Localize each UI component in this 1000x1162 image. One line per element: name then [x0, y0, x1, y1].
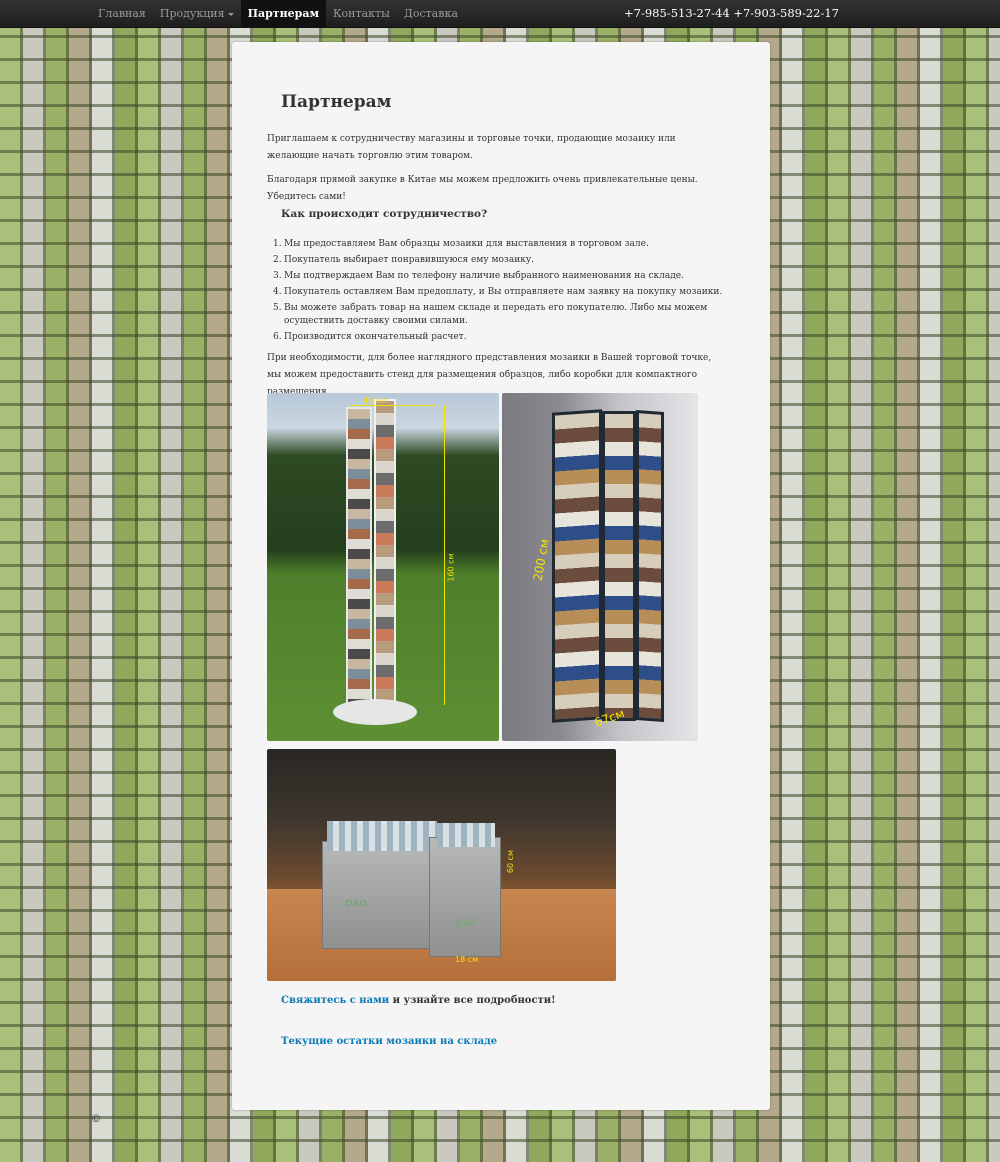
- dimension-line: [444, 405, 445, 705]
- list-item: 1. Мы предоставляем Вам образцы мозаики д…: [273, 239, 649, 249]
- rack-panel: [636, 410, 664, 722]
- contact-us-link[interactable]: Свяжитесь с нами: [281, 995, 389, 1006]
- sample-box-contents: [437, 823, 495, 847]
- steps-list: 1. Мы предоставляем Вам образцы мозаики д…: [273, 238, 724, 347]
- main-nav: Главная Продукция Партнерам Контакты Дос…: [91, 0, 465, 28]
- copyright: ©: [91, 1114, 101, 1125]
- dimension-line: [349, 405, 435, 406]
- nav-products[interactable]: Продукция: [153, 0, 241, 28]
- stand-photo: 40 см 160 см: [267, 393, 499, 741]
- cta-text: и узнайте все подробности!: [389, 995, 556, 1006]
- stand-panel-right: [374, 399, 396, 707]
- nav-contacts[interactable]: Контакты: [326, 0, 397, 28]
- box-height-label: 60 см: [506, 849, 516, 874]
- box-width-label: 18 см: [455, 955, 479, 964]
- rack-panel: [552, 409, 602, 723]
- page-title: Партнерам: [281, 92, 392, 112]
- content-panel: Партнерам Приглашаем к сотрудничеству ма…: [232, 42, 770, 1110]
- box-logo: DAO: [345, 899, 368, 909]
- phone-numbers: +7-985-513-27-44 +7-903-589-22-17: [624, 6, 839, 20]
- intro-paragraph: Приглашаем к сотрудничеству магазины и т…: [267, 134, 676, 161]
- nav-products-label: Продукция: [159, 7, 225, 20]
- list-item: 2. Покупатель выбирает понравившуюся ему …: [273, 255, 534, 265]
- sample-box: [322, 841, 440, 949]
- list-item: 4. Покупатель оставляем Вам предоплату, и…: [273, 287, 723, 297]
- stock-link-container: Текущие остатки мозаики на складе: [281, 1036, 497, 1047]
- prices-paragraph: Благодаря прямой закупке в Китае мы може…: [267, 175, 698, 202]
- list-item: 5. Вы можете забрать товар на нашем склад…: [273, 303, 708, 326]
- sample-box: [429, 837, 501, 957]
- list-item: 3. Мы подтверждаем Вам по телефону наличи…: [273, 271, 684, 281]
- nav-delivery[interactable]: Доставка: [397, 0, 465, 28]
- sample-box-contents: [327, 821, 437, 851]
- nav-partners[interactable]: Партнерам: [240, 0, 327, 28]
- stand-height-label: 160 см: [446, 553, 456, 582]
- rack-height-label: 200 см: [530, 537, 552, 583]
- box-logo: DAO: [455, 919, 478, 929]
- stand-width-label: 40 см: [363, 396, 387, 405]
- rack-photo: 200 см 67см: [502, 393, 698, 741]
- list-item: 6. Производится окончательный расчет.: [273, 331, 467, 342]
- stand-base: [333, 699, 417, 725]
- top-navbar: Главная Продукция Партнерам Контакты Дос…: [0, 0, 1000, 28]
- how-it-works-heading: Как происходит сотрудничество?: [281, 208, 488, 220]
- stock-link[interactable]: Текущие остатки мозаики на складе: [281, 1036, 497, 1047]
- chevron-down-icon: [227, 12, 234, 16]
- nav-home[interactable]: Главная: [91, 0, 153, 28]
- stand-panel-left: [346, 407, 372, 707]
- contact-cta: Свяжитесь с нами и узнайте все подробнос…: [281, 995, 556, 1006]
- rack-panel: [602, 411, 636, 721]
- boxes-photo: DAO DAO 60 см 18 см: [267, 749, 616, 981]
